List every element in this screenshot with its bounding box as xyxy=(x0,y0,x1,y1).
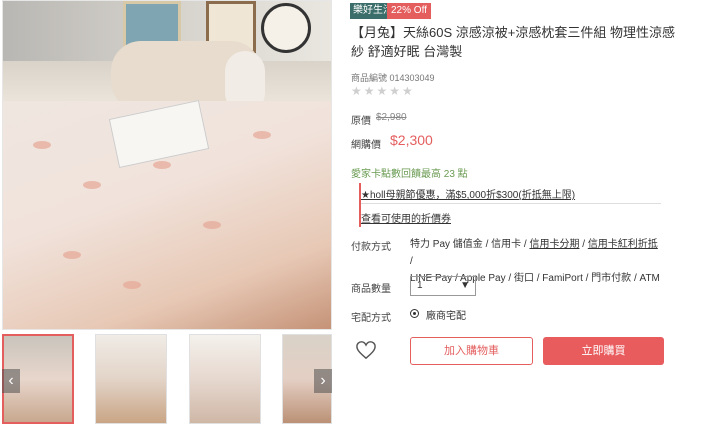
delivery-label: 宅配方式 xyxy=(351,313,391,324)
delivery-radio[interactable] xyxy=(410,309,419,318)
buy-now-button[interactable]: 立即購買 xyxy=(543,337,664,365)
original-price-label: 原價 xyxy=(351,116,371,127)
gallery-prev-arrow[interactable]: ‹ xyxy=(2,369,20,393)
rating-stars: ★★★★★ xyxy=(351,84,415,98)
payment-separator: / xyxy=(579,239,588,250)
sale-price-label: 網購價 xyxy=(351,140,381,151)
promo-box: ★holl母親節優惠，滿$5,000折$300(折抵無上限) 查看可使用的折價券 xyxy=(359,183,661,227)
sale-price: $2,300 xyxy=(390,132,433,148)
quantity-select[interactable]: 1 ▼ xyxy=(410,276,476,296)
thumbnail-strip xyxy=(2,334,332,424)
payment-label: 付款方式 xyxy=(351,242,391,253)
main-product-image[interactable] xyxy=(2,0,332,330)
quantity-value: 1 xyxy=(417,280,423,291)
image-clock xyxy=(261,3,311,53)
delivery-option-label: 廠商宅配 xyxy=(426,311,466,322)
product-gallery: ‹ › xyxy=(0,0,334,428)
quilt-leaf xyxy=(63,251,81,259)
gallery-next-arrow[interactable]: › xyxy=(314,369,332,393)
quilt-leaf xyxy=(83,181,101,189)
payment-separator: / xyxy=(410,256,413,267)
discount-badge: 22% Off xyxy=(387,3,431,19)
view-coupons-link[interactable]: 查看可使用的折價券 xyxy=(361,210,451,225)
chevron-down-icon: ▼ xyxy=(460,280,470,291)
add-to-cart-button[interactable]: 加入購物車 xyxy=(410,337,533,365)
product-sku: 商品編號 014303049 xyxy=(351,73,435,83)
installment-link[interactable]: 信用卡分期 xyxy=(529,239,579,250)
thumbnail-3[interactable] xyxy=(189,334,261,424)
quantity-label: 商品數量 xyxy=(351,284,391,295)
points-reward-text: 愛家卡點數回饋最高 23 點 xyxy=(351,169,468,180)
coupon-promo-link[interactable]: ★holl母親節優惠，滿$5,000折$300(折抵無上限) xyxy=(361,186,575,201)
product-title: 【月兔】天絲60S 涼感涼被+涼感枕套三件組 物理性涼感紗 舒適好眠 台灣製 xyxy=(351,25,675,59)
quilt-leaf xyxy=(33,141,51,149)
thumbnail-2[interactable] xyxy=(95,334,167,424)
quilt-leaf xyxy=(123,281,141,289)
heart-icon[interactable] xyxy=(355,340,377,360)
payment-methods-text: 特力 Pay 儲值金 / 信用卡 / xyxy=(410,239,530,250)
original-price: $2,980 xyxy=(376,112,407,123)
quilt-leaf xyxy=(253,131,271,139)
credit-card-bonus-link[interactable]: 信用卡紅利折抵 xyxy=(588,239,658,250)
promo-divider xyxy=(361,203,661,204)
quilt-leaf xyxy=(153,161,171,169)
quilt-leaf xyxy=(203,221,221,229)
